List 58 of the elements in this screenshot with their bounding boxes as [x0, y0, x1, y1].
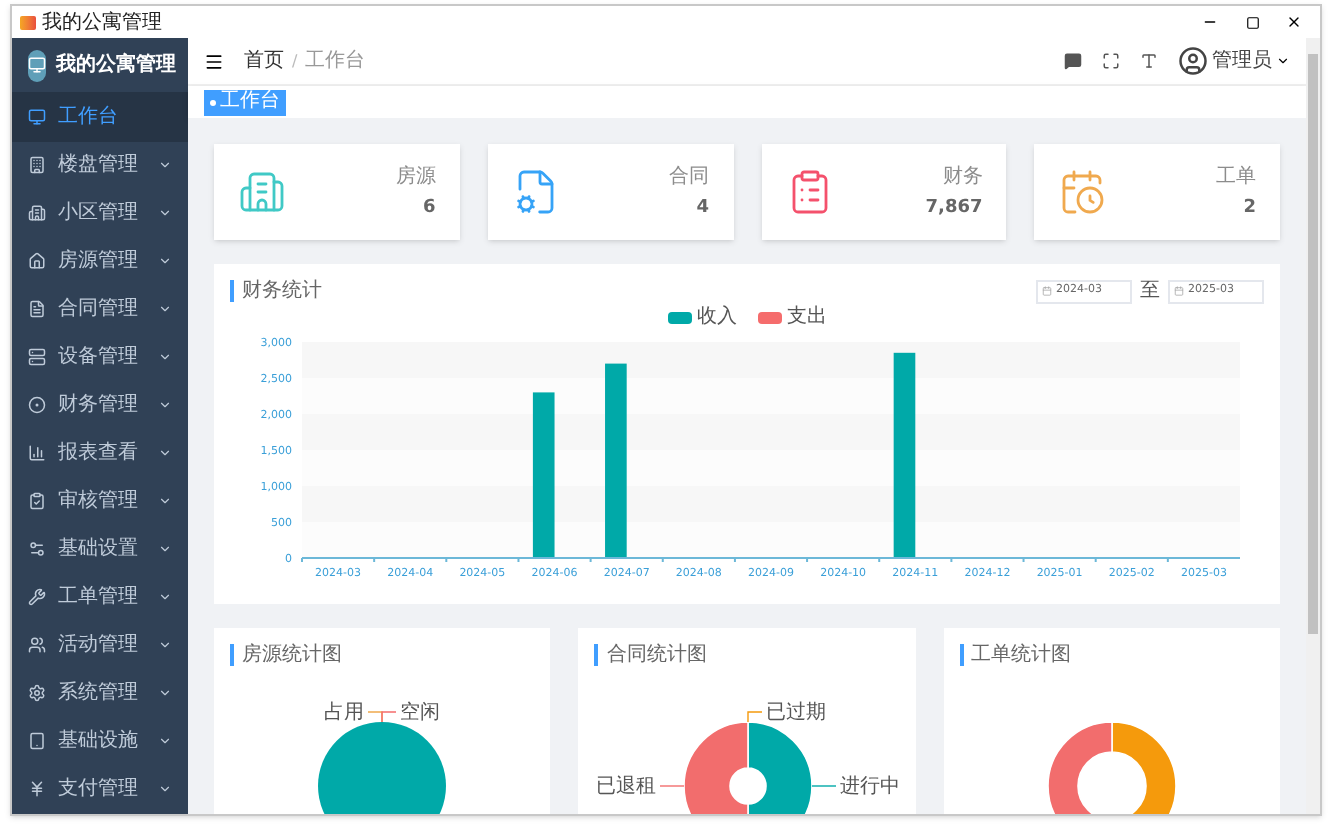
user-menu[interactable]: 管理员 [1178, 46, 1290, 76]
menu-item[interactable]: 基础设施 [12, 717, 188, 766]
menu-item[interactable]: 基础设置 [12, 525, 188, 574]
menu-item[interactable]: 房源管理 [12, 237, 188, 286]
menu-item[interactable]: 楼盘管理 [12, 141, 188, 190]
avatar-icon [1178, 46, 1208, 76]
stat-value: 2 [1243, 195, 1256, 222]
app-title: 我的公寓管理 [56, 50, 176, 81]
slice-label: 进行中 [839, 776, 899, 798]
slice-label: 已退租 [595, 776, 655, 798]
font-size-icon[interactable] [1140, 52, 1158, 70]
stat-value: 7,867 [925, 195, 983, 222]
scrollbar-thumb[interactable] [1308, 54, 1318, 634]
app-logo-icon [20, 15, 36, 29]
close-icon [1286, 14, 1302, 30]
menu-item[interactable]: 工单管理 [12, 573, 188, 622]
maximize-icon [1245, 15, 1259, 29]
stat-label: 工单 [1216, 163, 1256, 192]
window-title: 我的公寓管理 [42, 9, 164, 37]
card-title: 工单统计图 [959, 644, 1264, 666]
logo-icon [28, 49, 46, 82]
slice-label: 占用 [324, 702, 365, 724]
menu-item[interactable]: 工作台 [12, 92, 188, 141]
slice-label: 已过期 [765, 702, 825, 724]
legend-label: 收入 [697, 308, 737, 328]
menu-item[interactable]: 财务管理 [12, 381, 188, 430]
stat-value: 4 [696, 195, 709, 222]
calendar-icon [1042, 286, 1052, 296]
menu-item[interactable]: 审核管理 [12, 477, 188, 526]
leader-line [746, 711, 762, 723]
card-title: 房源统计图 [230, 644, 535, 666]
leader-line [658, 785, 684, 787]
leader-line [810, 785, 836, 787]
fullscreen-icon[interactable] [1102, 52, 1120, 70]
message-icon[interactable] [1064, 52, 1082, 70]
card-title: 财务统计 [230, 280, 322, 302]
slice-label: 空闲 [400, 702, 441, 724]
caret-icon [1276, 54, 1290, 68]
stat-value: 6 [422, 195, 436, 222]
scrollbar[interactable] [1306, 38, 1320, 814]
menu-item[interactable]: 合同管理 [12, 285, 188, 334]
breadcrumb-item: 工作台 [305, 47, 366, 76]
legend-label: 支出 [787, 308, 827, 328]
range-separator: 至 [1140, 278, 1160, 306]
stat-label: 房源 [395, 163, 436, 192]
menu-item[interactable]: 支付管理 [12, 765, 188, 814]
menu-item[interactable]: 活动管理 [12, 621, 188, 670]
breadcrumb-item[interactable]: 首页 [244, 46, 284, 76]
menu-item[interactable]: 设备管理 [12, 333, 188, 382]
calendar-icon [1174, 286, 1184, 296]
breadcrumb-separator: / [292, 49, 298, 73]
menu-item[interactable]: 报表查看 [12, 429, 188, 478]
menu-item[interactable]: 系统管理 [12, 669, 188, 718]
stat-label: 财务 [942, 163, 983, 192]
pie-slice [318, 722, 447, 814]
card-title: 合同统计图 [594, 644, 900, 666]
menu-item[interactable]: 小区管理 [12, 189, 188, 238]
stat-label: 合同 [669, 163, 709, 192]
